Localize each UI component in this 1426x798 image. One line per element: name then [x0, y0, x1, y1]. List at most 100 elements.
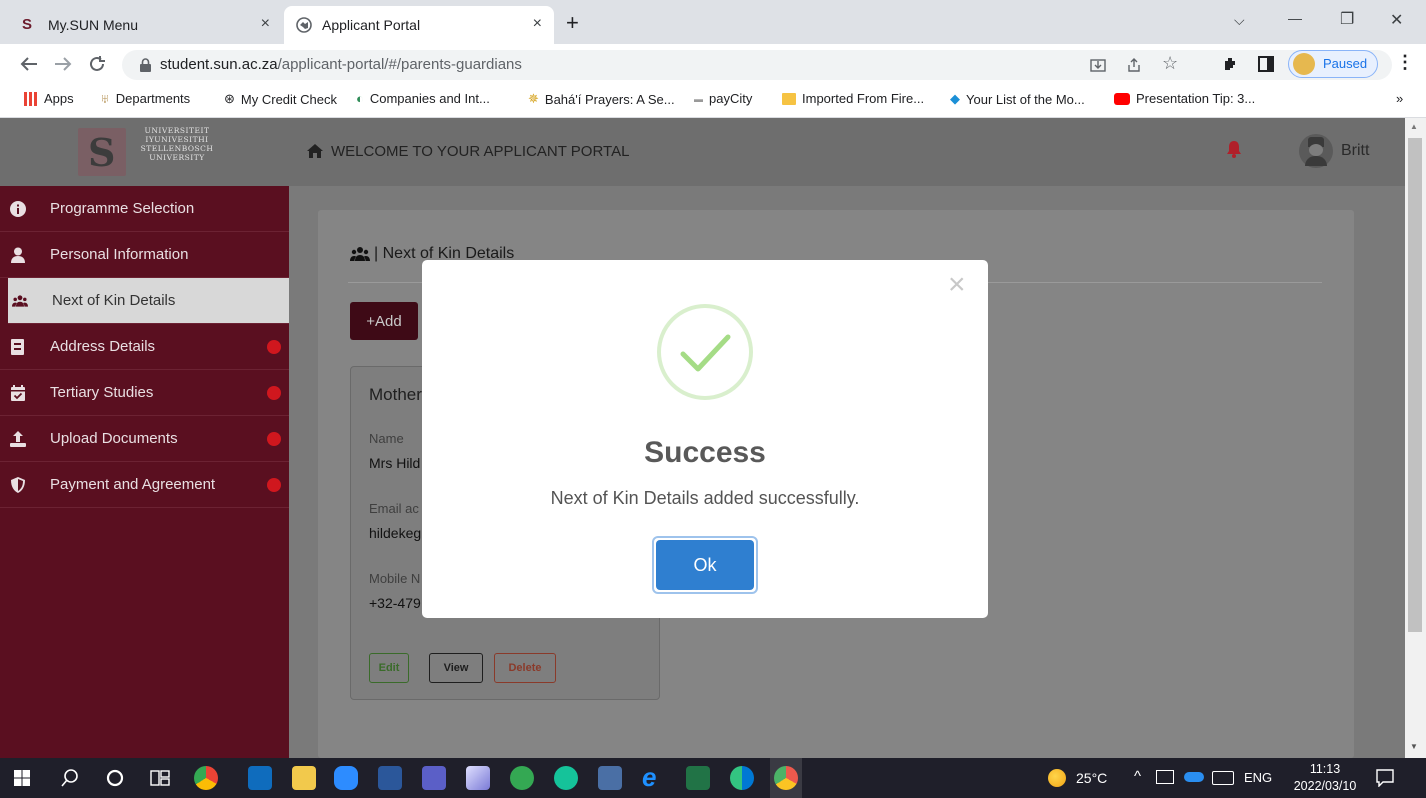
- reload-icon[interactable]: [88, 55, 106, 73]
- sidebar-item-programme-selection[interactable]: Programme Selection: [0, 186, 289, 232]
- window-close-button[interactable]: ✕: [1390, 10, 1403, 30]
- bookmark-bahai-prayers[interactable]: ✵ Bahá'í Prayers: A Se...: [528, 91, 675, 107]
- info-icon: [10, 201, 26, 217]
- sun-favicon-icon: S: [22, 16, 33, 33]
- edge-taskbar-icon[interactable]: [730, 766, 754, 790]
- forward-arrow-icon[interactable]: [54, 56, 72, 72]
- outlook-taskbar-icon[interactable]: [248, 766, 272, 790]
- snipping-tool-taskbar-icon[interactable]: [466, 766, 490, 790]
- temperature[interactable]: 25°C: [1076, 770, 1107, 786]
- bookmark-your-list[interactable]: ◆ Your List of the Mo...: [950, 91, 1085, 107]
- tab-close-icon[interactable]: ×: [261, 15, 270, 33]
- bookmark-imported[interactable]: Imported From Fire...: [782, 91, 924, 106]
- sidebar-item-label: Tertiary Studies: [50, 384, 154, 401]
- profile-button[interactable]: Paused: [1288, 50, 1378, 78]
- home-icon[interactable]: [307, 144, 323, 158]
- sidebar-item-payment-agreement[interactable]: Payment and Agreement: [0, 462, 289, 508]
- sidebar-item-label: Personal Information: [50, 246, 189, 263]
- logo-text: STELLENBOSCH: [140, 144, 214, 153]
- dialog-title: Success: [644, 436, 766, 469]
- dialog-close-button[interactable]: ×: [948, 268, 966, 302]
- sidebar-item-label: Programme Selection: [50, 200, 195, 217]
- excel-taskbar-icon[interactable]: [686, 766, 710, 790]
- add-button[interactable]: +Add: [350, 302, 418, 340]
- back-arrow-icon[interactable]: [20, 56, 38, 72]
- edit-button[interactable]: Edit: [369, 653, 409, 683]
- sidebar-item-label: Upload Documents: [50, 430, 178, 447]
- clock[interactable]: 11:13 2022/03/10: [1290, 761, 1360, 795]
- task-view-icon[interactable]: [150, 768, 170, 788]
- share-icon[interactable]: [1126, 57, 1142, 73]
- install-app-icon[interactable]: [1090, 57, 1106, 73]
- notifications-icon[interactable]: [1376, 769, 1394, 787]
- restore-button[interactable]: ❐: [1340, 9, 1354, 29]
- sidebar-item-label: Address Details: [50, 338, 156, 355]
- lock-icon[interactable]: [140, 58, 151, 72]
- browser-menu-icon[interactable]: ⋮: [1396, 52, 1414, 73]
- word-taskbar-icon[interactable]: [378, 766, 402, 790]
- university-logo: S UNIVERSITEIT IYUNIVESITHI STELLENBOSCH…: [0, 118, 289, 186]
- name-value: Mrs Hild: [369, 455, 421, 471]
- new-tab-button[interactable]: +: [566, 10, 579, 36]
- language-indicator[interactable]: ENG: [1244, 770, 1272, 785]
- url-host: student.sun.ac.za: [160, 56, 278, 73]
- scroll-up-icon[interactable]: ▲: [1410, 122, 1418, 131]
- bookmark-presentation-tip[interactable]: Presentation Tip: 3...: [1114, 91, 1255, 106]
- bookmark-paycity[interactable]: ▬ payCity: [694, 91, 752, 106]
- delete-button[interactable]: Delete: [494, 653, 556, 683]
- users-icon: [12, 295, 28, 307]
- user-name[interactable]: Britt: [1341, 142, 1369, 160]
- sidebar-item-label: Payment and Agreement: [50, 476, 216, 493]
- mobile-value: +32-479: [369, 595, 421, 611]
- show-hidden-icons-icon[interactable]: ^: [1134, 768, 1141, 785]
- teams-taskbar-icon[interactable]: [422, 766, 446, 790]
- hangouts-taskbar-icon[interactable]: [510, 766, 534, 790]
- search-icon[interactable]: [60, 768, 80, 788]
- minimize-button[interactable]: —: [1288, 10, 1302, 26]
- tab-applicant-portal[interactable]: Applicant Portal ×: [284, 6, 554, 44]
- success-dialog: × Success Next of Kin Details added succ…: [422, 260, 988, 618]
- avatar: [1293, 53, 1315, 75]
- bookmark-credit-check[interactable]: ⊛ My Credit Check: [224, 91, 337, 107]
- bell-icon[interactable]: [1227, 140, 1241, 158]
- file-explorer-taskbar-icon[interactable]: [292, 766, 316, 790]
- bookmark-apps[interactable]: Apps: [24, 91, 74, 106]
- network-icon[interactable]: [1156, 770, 1174, 784]
- tab-close-icon[interactable]: ×: [533, 15, 542, 33]
- user-avatar-icon[interactable]: [1299, 134, 1333, 168]
- sidebar-item-address-details[interactable]: Address Details: [0, 324, 289, 370]
- keyboard-icon[interactable]: [1212, 771, 1234, 785]
- tab-mysun-menu[interactable]: S My.SUN Menu ×: [10, 6, 282, 44]
- onedrive-icon[interactable]: [1184, 772, 1204, 782]
- bookmark-star-icon[interactable]: ☆: [1162, 53, 1178, 74]
- upload-icon: [10, 431, 26, 447]
- scroll-down-icon[interactable]: ▼: [1410, 742, 1418, 751]
- globe-icon: [296, 17, 312, 33]
- ok-button[interactable]: Ok: [656, 540, 754, 590]
- address-bar[interactable]: student.sun.ac.za/applicant-portal/#/par…: [122, 50, 1392, 80]
- chrome-taskbar-icon[interactable]: [194, 766, 218, 790]
- zoom-taskbar-icon[interactable]: [334, 766, 358, 790]
- windows-start-icon[interactable]: [14, 770, 30, 786]
- sidebar-item-next-of-kin[interactable]: Next of Kin Details: [8, 278, 289, 324]
- grammarly-taskbar-icon[interactable]: [554, 766, 578, 790]
- weather-sun-icon[interactable]: [1048, 769, 1066, 787]
- bookmark-label: Apps: [44, 91, 74, 106]
- view-button[interactable]: View: [429, 653, 483, 683]
- tab-search-icon[interactable]: ⌵: [1234, 12, 1245, 29]
- sidebar-item-tertiary-studies[interactable]: Tertiary Studies: [0, 370, 289, 416]
- bookmark-departments[interactable]: ♅ Departments: [100, 91, 190, 106]
- sidebar-item-upload-documents[interactable]: Upload Documents: [0, 416, 289, 462]
- extensions-puzzle-icon[interactable]: [1222, 55, 1240, 73]
- bookmark-companies[interactable]: ◐ Companies and Int...: [356, 91, 490, 106]
- name-label: Name: [369, 431, 404, 446]
- school-app-taskbar-icon[interactable]: [598, 766, 622, 790]
- side-panel-icon[interactable]: [1258, 56, 1274, 72]
- internet-explorer-taskbar-icon[interactable]: e: [642, 764, 666, 790]
- scrollbar-thumb[interactable]: [1408, 138, 1422, 632]
- youtube-icon: [1114, 92, 1130, 105]
- clock-time: 11:13: [1309, 762, 1341, 776]
- bookmarks-overflow-icon[interactable]: »: [1396, 91, 1403, 106]
- cortana-icon[interactable]: [106, 769, 124, 787]
- sidebar-item-personal-information[interactable]: Personal Information: [0, 232, 289, 278]
